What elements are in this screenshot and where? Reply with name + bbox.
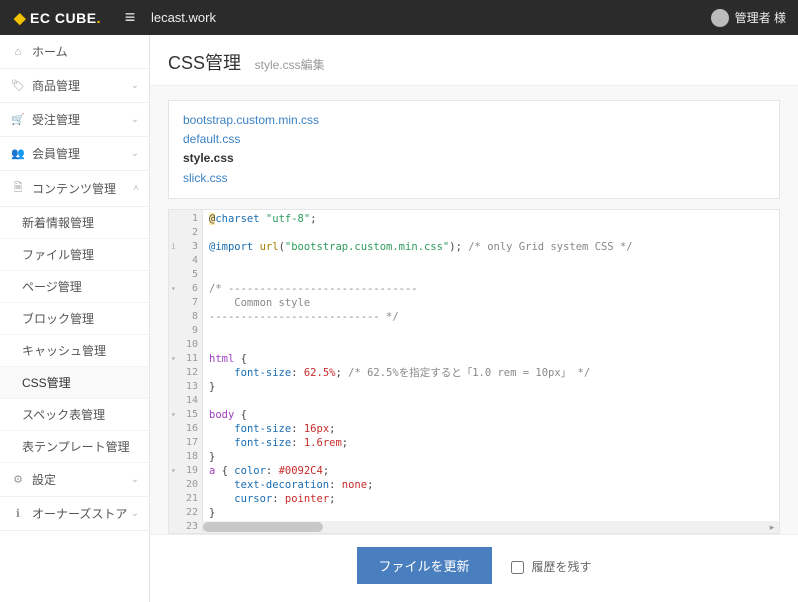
code-line[interactable] bbox=[209, 324, 773, 338]
home-icon: ⌂ bbox=[10, 46, 26, 58]
gear-icon: ⚙ bbox=[10, 473, 26, 486]
hamburger-icon[interactable]: ≡ bbox=[115, 7, 145, 28]
logo-cube-icon: ◆ bbox=[14, 9, 26, 27]
history-label: 履歴を残す bbox=[531, 560, 591, 574]
sidebar-sub-item[interactable]: スペック表管理 bbox=[0, 399, 149, 431]
topbar: ◆ EC CUBE. ≡ lecast.work 管理者 様 bbox=[0, 0, 798, 35]
sidebar-item-label: 商品管理 bbox=[32, 77, 80, 94]
code-line[interactable]: html { bbox=[209, 352, 773, 366]
sidebar-sub-item[interactable]: 新着情報管理 bbox=[0, 207, 149, 239]
chevron-down-icon: ⌄ bbox=[131, 80, 139, 91]
code-line[interactable] bbox=[209, 394, 773, 408]
sidebar-item-home[interactable]: ⌂ ホーム bbox=[0, 35, 149, 69]
chevron-up-icon: ˄ bbox=[133, 183, 139, 194]
code-line[interactable]: /* ------------------------------ bbox=[209, 282, 773, 296]
horizontal-scrollbar[interactable]: ▸ bbox=[203, 521, 779, 533]
file-link[interactable]: style.css bbox=[183, 149, 765, 168]
history-checkbox-label[interactable]: 履歴を残す bbox=[511, 560, 591, 574]
code-line[interactable]: font-size: 1.6rem; bbox=[209, 436, 773, 450]
code-line[interactable]: } bbox=[209, 506, 773, 520]
editor-code[interactable]: @charset "utf-8"; @import url("bootstrap… bbox=[203, 210, 779, 533]
sidebar-item-label: コンテンツ管理 bbox=[32, 180, 116, 197]
doc-icon: 🗎 bbox=[10, 179, 26, 198]
code-line[interactable]: body { bbox=[209, 408, 773, 422]
chevron-down-icon: ⌄ bbox=[131, 114, 139, 125]
file-link[interactable]: slick.css bbox=[183, 169, 765, 188]
code-line[interactable]: text-decoration: none; bbox=[209, 478, 773, 492]
sidebar-sub-item[interactable]: ブロック管理 bbox=[0, 303, 149, 335]
sidebar-item-tag[interactable]: 🏷 商品管理 ⌄ bbox=[0, 69, 149, 103]
users-icon: 👥 bbox=[10, 147, 26, 160]
sidebar-item-label: オーナーズストア bbox=[32, 505, 127, 522]
chevron-down-icon: ⌄ bbox=[131, 474, 139, 485]
file-list: bootstrap.custom.min.cssdefault.cssstyle… bbox=[168, 100, 780, 199]
tag-icon: 🏷 bbox=[10, 79, 26, 92]
sidebar-item-label: 会員管理 bbox=[32, 145, 80, 162]
code-editor[interactable]: 12i345▾678910▾11121314▾15161718▾19202122… bbox=[168, 209, 780, 534]
code-line[interactable]: @charset "utf-8"; bbox=[209, 212, 773, 226]
sidebar-item-info[interactable]: ℹ オーナーズストア ⌄ bbox=[0, 497, 149, 531]
page-header: CSS管理 style.css編集 bbox=[150, 35, 798, 86]
code-line[interactable]: cursor: pointer; bbox=[209, 492, 773, 506]
sidebar-sub-item[interactable]: キャッシュ管理 bbox=[0, 335, 149, 367]
site-name: lecast.work bbox=[151, 10, 216, 25]
sidebar-item-doc[interactable]: 🗎 コンテンツ管理 ˄ bbox=[0, 171, 149, 207]
code-line[interactable] bbox=[209, 268, 773, 282]
footer: ファイルを更新 履歴を残す bbox=[150, 534, 798, 602]
sidebar-item-users[interactable]: 👥 会員管理 ⌄ bbox=[0, 137, 149, 171]
history-checkbox[interactable] bbox=[511, 561, 524, 574]
logo-text: EC CUBE bbox=[30, 10, 97, 26]
code-line[interactable] bbox=[209, 226, 773, 240]
code-line[interactable]: } bbox=[209, 450, 773, 464]
sidebar-sub-item[interactable]: ファイル管理 bbox=[0, 239, 149, 271]
logo[interactable]: ◆ EC CUBE. bbox=[0, 0, 115, 35]
code-line[interactable] bbox=[209, 338, 773, 352]
sidebar-item-cart[interactable]: 🛒 受注管理 ⌄ bbox=[0, 103, 149, 137]
page-title: CSS管理 bbox=[168, 49, 241, 75]
sidebar-sub-item[interactable]: ページ管理 bbox=[0, 271, 149, 303]
file-link[interactable]: default.css bbox=[183, 130, 765, 149]
sidebar-sub-item[interactable]: CSS管理 bbox=[0, 367, 149, 399]
sidebar-item-label: 設定 bbox=[32, 471, 56, 488]
sidebar-item-label: ホーム bbox=[32, 43, 68, 60]
cart-icon: 🛒 bbox=[10, 113, 26, 126]
chevron-down-icon: ⌄ bbox=[131, 148, 139, 159]
code-line[interactable]: a { color: #0092C4; bbox=[209, 464, 773, 478]
page-subtitle: style.css編集 bbox=[255, 58, 325, 72]
file-link[interactable]: bootstrap.custom.min.css bbox=[183, 111, 765, 130]
update-button[interactable]: ファイルを更新 bbox=[357, 547, 492, 584]
user-name[interactable]: 管理者 様 bbox=[735, 9, 786, 26]
code-line[interactable]: Common style bbox=[209, 296, 773, 310]
sidebar-item-label: 受注管理 bbox=[32, 111, 80, 128]
code-line[interactable]: font-size: 62.5%; /* 62.5%を指定すると「1.0 rem… bbox=[209, 366, 773, 380]
info-icon: ℹ bbox=[10, 507, 26, 520]
code-line[interactable]: font-size: 16px; bbox=[209, 422, 773, 436]
sidebar-sub-item[interactable]: 表テンプレート管理 bbox=[0, 431, 149, 463]
sidebar-item-gear[interactable]: ⚙ 設定 ⌄ bbox=[0, 463, 149, 497]
code-line[interactable]: --------------------------- */ bbox=[209, 310, 773, 324]
code-line[interactable] bbox=[209, 254, 773, 268]
editor-gutter: 12i345▾678910▾11121314▾15161718▾19202122… bbox=[169, 210, 203, 533]
code-line[interactable]: } bbox=[209, 380, 773, 394]
avatar-icon[interactable] bbox=[711, 9, 729, 27]
scroll-right-icon[interactable]: ▸ bbox=[765, 521, 779, 533]
code-line[interactable]: @import url("bootstrap.custom.min.css");… bbox=[209, 240, 773, 254]
chevron-down-icon: ⌄ bbox=[131, 508, 139, 519]
sidebar: ⌂ ホーム 🏷 商品管理 ⌄ 🛒 受注管理 ⌄ 👥 会員管理 ⌄ 🗎 コンテンツ管理 ˄ 新着情報管理ファイ… bbox=[0, 35, 150, 602]
scrollbar-thumb[interactable] bbox=[203, 522, 323, 532]
